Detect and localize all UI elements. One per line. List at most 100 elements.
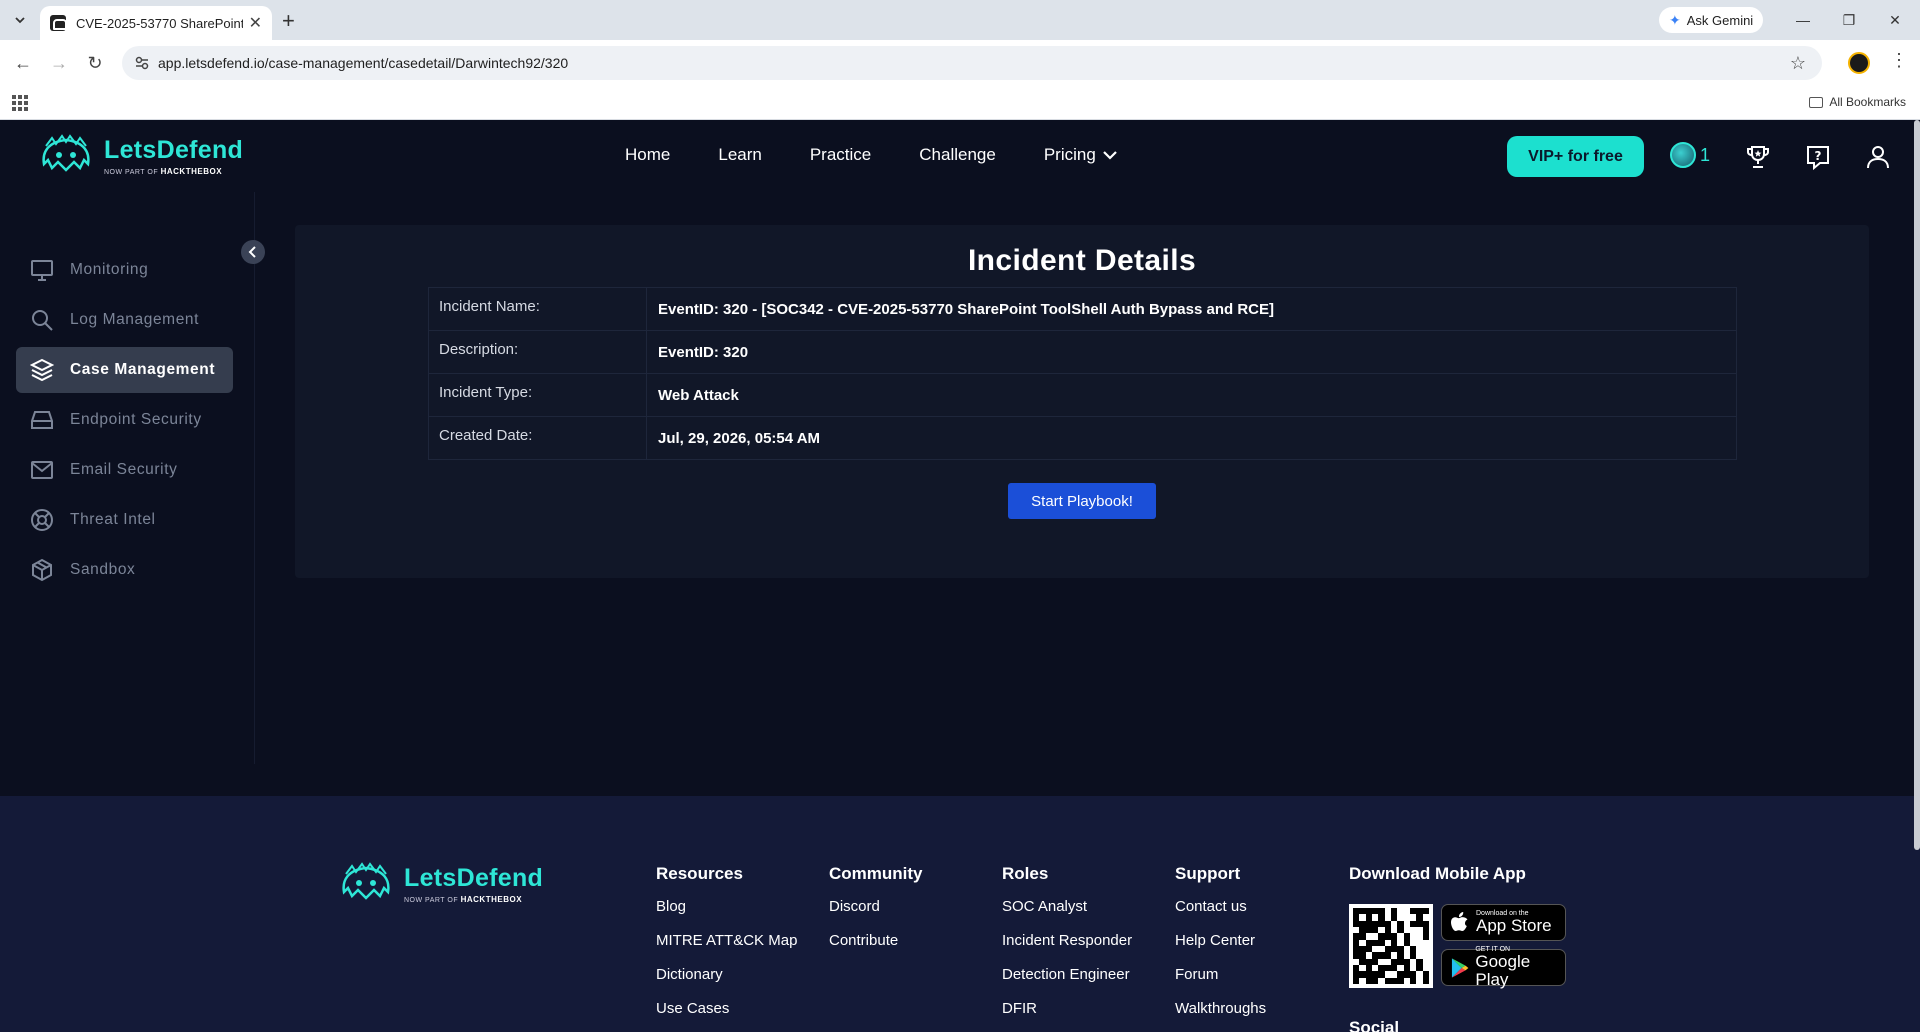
new-tab-button[interactable]: + bbox=[282, 8, 295, 34]
start-playbook-button[interactable]: Start Playbook! bbox=[1008, 483, 1156, 519]
profile-avatar[interactable] bbox=[1848, 52, 1870, 74]
site-info-icon[interactable] bbox=[134, 55, 150, 71]
created-date-value: Jul, 29, 2026, 05:54 AM bbox=[646, 416, 1737, 460]
footer-link-dictionary[interactable]: Dictionary bbox=[656, 966, 797, 1000]
sidebar-item-sandbox[interactable]: Sandbox bbox=[16, 547, 233, 593]
footer-link-blog[interactable]: Blog bbox=[656, 898, 797, 932]
sidebar-item-email-security[interactable]: Email Security bbox=[16, 447, 233, 493]
reload-icon[interactable]: ↻ bbox=[84, 52, 106, 74]
url-text: app.letsdefend.io/case-management/casede… bbox=[158, 55, 569, 71]
google-play-icon bbox=[1451, 957, 1469, 978]
sidebar-item-case-management[interactable]: Case Management bbox=[16, 347, 233, 393]
sidebar-item-label: Case Management bbox=[70, 361, 216, 378]
nav-challenge[interactable]: Challenge bbox=[919, 145, 996, 165]
footer-logo-sub-brand: HACKTHEBOX bbox=[460, 895, 523, 904]
footer-column-resources: Resources Blog MITRE ATT&CK Map Dictiona… bbox=[656, 864, 797, 1032]
site-favicon-icon bbox=[50, 15, 67, 31]
incident-type-value: Web Attack bbox=[646, 373, 1737, 417]
sidebar-item-monitoring[interactable]: Monitoring bbox=[16, 247, 233, 293]
bookmark-star-icon[interactable]: ☆ bbox=[1790, 53, 1806, 74]
sidebar-item-label: Log Management bbox=[70, 311, 200, 328]
sidebar-item-label: Threat Intel bbox=[70, 511, 156, 528]
main-nav: Home Learn Practice Challenge Pricing bbox=[625, 145, 1118, 165]
google-play-big-label: Google Play bbox=[1475, 952, 1531, 989]
footer-link-use-cases[interactable]: Use Cases bbox=[656, 1000, 797, 1032]
footer-link-contribute[interactable]: Contribute bbox=[829, 932, 923, 966]
browser-tab-active[interactable]: CVE-2025-53770 SharePoint To ✕ bbox=[40, 6, 272, 40]
logo-sub-brand: HACKTHEBOX bbox=[160, 167, 223, 176]
user-profile-icon[interactable] bbox=[1863, 142, 1893, 172]
all-bookmarks-label: All Bookmarks bbox=[1829, 95, 1906, 109]
sidebar-collapse-button[interactable] bbox=[241, 240, 265, 264]
nav-pricing[interactable]: Pricing bbox=[1044, 145, 1118, 165]
letsdefend-logo[interactable]: LetsDefend NOW PART OF HACKTHEBOX bbox=[38, 134, 243, 178]
sidebar-item-label: Email Security bbox=[70, 461, 178, 478]
incident-name-label: Incident Name: bbox=[428, 287, 647, 331]
nav-pricing-label: Pricing bbox=[1043, 145, 1096, 164]
nav-practice[interactable]: Practice bbox=[810, 145, 871, 165]
mail-icon bbox=[31, 461, 53, 479]
ask-gemini-button[interactable]: ✦ Ask Gemini bbox=[1659, 7, 1764, 33]
footer-link-dfir[interactable]: DFIR bbox=[1002, 1000, 1132, 1032]
browser-toolbar: ← → ↻ app.letsdefend.io/case-management/… bbox=[0, 40, 1920, 86]
qr-pattern bbox=[1353, 908, 1429, 984]
google-play-button[interactable]: GET IT ON Google Play bbox=[1441, 946, 1566, 989]
footer-link-mitre[interactable]: MITRE ATT&CK Map bbox=[656, 932, 797, 966]
table-row: Description: EventID: 320 bbox=[428, 330, 1737, 374]
close-window-button[interactable]: ✕ bbox=[1872, 6, 1918, 34]
tab-search-button[interactable] bbox=[8, 8, 32, 32]
footer-link-incident-responder[interactable]: Incident Responder bbox=[1002, 932, 1132, 966]
folder-icon bbox=[1809, 96, 1824, 108]
footer-link-walkthroughs[interactable]: Walkthroughs bbox=[1175, 1000, 1266, 1032]
footer-column-title: Support bbox=[1175, 864, 1241, 883]
footer-link-soc-analyst[interactable]: SOC Analyst bbox=[1002, 898, 1132, 932]
app-store-button[interactable]: Download on the App Store bbox=[1441, 904, 1566, 941]
footer-link-contact[interactable]: Contact us bbox=[1175, 898, 1266, 932]
browser-menu-icon[interactable]: ⋮ bbox=[1890, 50, 1908, 71]
footer-link-forum[interactable]: Forum bbox=[1175, 966, 1266, 1000]
footer-column-title: Resources bbox=[656, 864, 743, 883]
nav-learn[interactable]: Learn bbox=[718, 145, 761, 165]
nav-home[interactable]: Home bbox=[625, 145, 670, 165]
footer-column-title: Download Mobile App bbox=[1349, 864, 1526, 883]
address-bar[interactable]: app.letsdefend.io/case-management/casede… bbox=[122, 46, 1822, 80]
footer-column-support: Support Contact us Help Center Forum Wal… bbox=[1175, 864, 1266, 1032]
footer-link-detection-engineer[interactable]: Detection Engineer bbox=[1002, 966, 1132, 1000]
footer-logo[interactable]: LetsDefend NOW PART OF HACKTHEBOX bbox=[338, 862, 543, 906]
incident-type-label: Incident Type: bbox=[428, 373, 647, 417]
streak-indicator[interactable]: 1 bbox=[1670, 142, 1710, 168]
incident-name-value: EventID: 320 - [SOC342 - CVE-2025-53770 … bbox=[646, 287, 1737, 331]
sidebar-item-log-management[interactable]: Log Management bbox=[16, 297, 233, 343]
minimize-window-button[interactable]: — bbox=[1780, 6, 1826, 34]
app-store-big-label: App Store bbox=[1476, 916, 1552, 935]
ask-gemini-label: Ask Gemini bbox=[1686, 12, 1754, 28]
lifebuoy-icon bbox=[31, 509, 53, 531]
apps-grid-icon[interactable] bbox=[12, 95, 28, 111]
back-arrow-icon[interactable]: ← bbox=[12, 52, 34, 74]
page-scrollbar[interactable] bbox=[1914, 120, 1920, 850]
leaderboard-trophy-icon[interactable] bbox=[1743, 142, 1773, 172]
table-row: Incident Name: EventID: 320 - [SOC342 - … bbox=[428, 287, 1737, 331]
svg-text:?: ? bbox=[1815, 149, 1822, 163]
close-tab-icon[interactable]: ✕ bbox=[249, 13, 262, 33]
gemini-sparkle-icon: ✦ bbox=[1669, 11, 1681, 28]
footer-link-help-center[interactable]: Help Center bbox=[1175, 932, 1266, 966]
help-question-icon[interactable]: ? bbox=[1803, 142, 1833, 172]
all-bookmarks-button[interactable]: All Bookmarks bbox=[1809, 95, 1906, 109]
chevron-down-icon bbox=[15, 17, 25, 24]
apple-icon bbox=[1451, 911, 1468, 931]
monitor-icon bbox=[31, 260, 53, 281]
globe-streak-icon bbox=[1670, 142, 1696, 168]
restore-window-button[interactable]: ❐ bbox=[1826, 6, 1872, 34]
footer-link-discord[interactable]: Discord bbox=[829, 898, 923, 932]
vip-free-button[interactable]: VIP+ for free bbox=[1507, 136, 1644, 177]
site-header: LetsDefend NOW PART OF HACKTHEBOX Home L… bbox=[0, 120, 1920, 192]
sidebar-item-threat-intel[interactable]: Threat Intel bbox=[16, 497, 233, 543]
streak-count: 1 bbox=[1700, 144, 1711, 165]
sidebar-item-endpoint-security[interactable]: Endpoint Security bbox=[16, 397, 233, 443]
description-value: EventID: 320 bbox=[646, 330, 1737, 374]
forward-arrow-icon[interactable]: → bbox=[48, 52, 70, 74]
letsdefend-mascot-icon bbox=[342, 862, 390, 900]
description-label: Description: bbox=[428, 330, 647, 374]
app-download-qr-code bbox=[1349, 904, 1433, 988]
